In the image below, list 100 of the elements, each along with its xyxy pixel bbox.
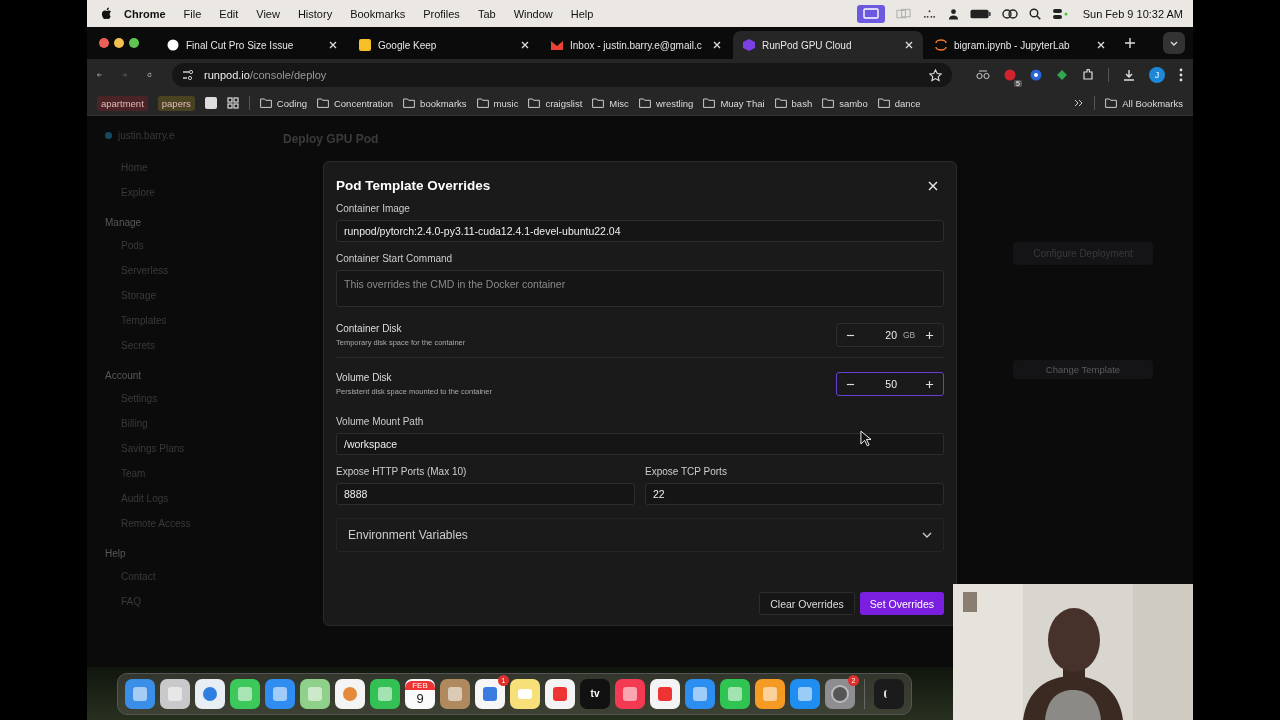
input-field[interactable]: This overrides the CMD in the Docker container — [336, 270, 944, 307]
cube-icon — [743, 39, 755, 51]
bookmark-folder[interactable]: wrestling — [638, 97, 694, 109]
folder-icon — [703, 98, 716, 108]
input-field[interactable]: /workspace — [336, 433, 944, 455]
menu-item[interactable]: Edit — [219, 7, 239, 20]
menu-item[interactable]: Profiles — [423, 7, 460, 20]
search-icon[interactable] — [1028, 7, 1041, 20]
tab-search-icon[interactable] — [1163, 32, 1185, 54]
bookmark-folder[interactable]: bookmarks — [403, 97, 467, 109]
status-dot — [105, 132, 112, 139]
field-label: Volume Disk — [336, 372, 392, 383]
folder-icon — [592, 98, 605, 108]
browser-tab[interactable]: RunPod GPU Cloud — [733, 31, 923, 59]
folder-icon — [1105, 98, 1118, 108]
glasses-icon[interactable] — [976, 70, 990, 80]
folder-icon — [528, 98, 541, 108]
bulb-icon — [359, 39, 371, 51]
bookmark-folder[interactable]: Coding — [259, 97, 307, 109]
tv-app-icon[interactable]: tv — [580, 678, 610, 709]
download-icon[interactable] — [1123, 69, 1135, 81]
plus-icon[interactable] — [925, 379, 934, 389]
browser-tab[interactable]: Google Keep — [349, 31, 539, 59]
bookmark[interactable]: papers — [157, 95, 195, 111]
field-label: Container Disk — [336, 323, 402, 334]
close-icon[interactable] — [329, 41, 337, 49]
close-icon[interactable] — [928, 180, 938, 191]
new-tab-icon[interactable] — [1125, 38, 1135, 48]
close-icon[interactable] — [713, 41, 721, 49]
profile-avatar[interactable]: J — [1149, 67, 1165, 83]
accordion-header[interactable]: Environment Variables — [336, 518, 944, 552]
field-label: Volume Mount Path — [336, 416, 424, 427]
number-stepper[interactable]: 50 — [836, 372, 944, 396]
field-label: Container Start Command — [336, 253, 453, 264]
link-icon[interactable] — [1001, 7, 1018, 20]
browser-tab[interactable]: bigram.ipynb - JupyterLab — [925, 31, 1115, 59]
record-icon[interactable] — [1004, 69, 1016, 81]
bookmark-folder[interactable]: music — [476, 97, 519, 109]
browser-tab[interactable]: Inbox - justin.barry.e@gmail.c — [541, 31, 731, 59]
folder-icon — [774, 98, 787, 108]
diamond-icon[interactable] — [1056, 69, 1068, 81]
plus-icon[interactable] — [925, 330, 934, 340]
battery-icon[interactable] — [969, 8, 991, 19]
close-icon[interactable] — [1097, 41, 1105, 49]
input-field[interactable]: 8888 — [336, 483, 635, 505]
close-icon[interactable] — [521, 41, 529, 49]
window-icon[interactable] — [125, 678, 155, 709]
address-bar[interactable]: runpod.io/console/deploy — [172, 63, 952, 87]
clock[interactable]: Sun Feb 9 10:32 AM — [1082, 7, 1183, 20]
bookmark-folder[interactable]: Concentration — [316, 97, 394, 109]
folder-icon — [877, 98, 890, 108]
clear-overrides-button[interactable]: Clear Overrides — [759, 592, 855, 615]
menu-item[interactable]: Window — [513, 7, 553, 20]
folder-icon — [316, 98, 329, 108]
number-stepper[interactable]: 20 GB — [836, 323, 944, 347]
bookmark-folder[interactable]: Misc — [592, 97, 629, 109]
folder-icon — [403, 98, 416, 108]
folder-icon — [822, 98, 835, 108]
control-center-icon[interactable] — [1051, 7, 1068, 20]
set-overrides-button[interactable]: Set Overrides — [859, 592, 944, 615]
person-icon[interactable] — [947, 7, 959, 20]
menu-item[interactable]: Help — [570, 7, 594, 20]
screen-share-icon[interactable] — [856, 4, 885, 23]
menu-item[interactable]: View — [256, 7, 280, 20]
field-label: Container Image — [336, 203, 410, 214]
bookmark-folder[interactable]: Muay Thai — [703, 97, 765, 109]
app-menu[interactable]: Chrome — [124, 7, 166, 20]
calendar-icon[interactable]: FEB 9 — [405, 678, 435, 709]
menu-item[interactable]: Tab — [477, 7, 496, 20]
bookmark-folder[interactable]: craigslist — [528, 97, 583, 109]
input-field[interactable]: 22 — [645, 483, 944, 505]
menu-icon[interactable] — [1179, 68, 1183, 82]
menu-item[interactable]: History — [297, 7, 333, 20]
cursor-icon — [860, 430, 871, 447]
input-field[interactable]: runpod/pytorch:2.4.0-py3.11-cuda12.4.1-devel-ubuntu22.04 — [336, 220, 944, 242]
browser-tab[interactable]: Final Cut Pro Size Issue — [157, 31, 347, 59]
target-icon[interactable] — [1030, 69, 1042, 81]
bookmark[interactable]: apartment — [97, 95, 148, 111]
orbit-icon — [935, 39, 947, 51]
folder-icon — [638, 98, 651, 108]
bookmark-folder[interactable]: sambo — [822, 97, 868, 109]
close-icon[interactable] — [905, 41, 913, 49]
bookmark-folder[interactable]: dance — [877, 97, 921, 109]
bookmark-folder[interactable]: All Bookmarks — [1105, 97, 1183, 109]
dots-icon[interactable] — [921, 8, 937, 19]
apple-icon[interactable] — [101, 7, 112, 20]
dialog-title: Pod Template Overrides — [336, 178, 491, 193]
menu-item[interactable]: File — [183, 7, 202, 20]
puzzle-icon[interactable] — [1082, 69, 1094, 81]
field-label: Expose HTTP Ports (Max 10) — [336, 466, 467, 477]
site-settings-icon[interactable] — [182, 69, 194, 81]
menu-item[interactable]: Bookmarks — [350, 7, 406, 20]
square-icon[interactable] — [204, 97, 217, 109]
folder-icon — [259, 98, 272, 108]
notepad-icon[interactable] — [510, 678, 540, 709]
chevron-icon — [922, 532, 932, 538]
folder-icon — [476, 98, 489, 108]
bookmark-folder[interactable]: bash — [774, 97, 813, 109]
chevron-icon[interactable] — [1074, 99, 1085, 107]
star-icon[interactable] — [929, 68, 942, 82]
